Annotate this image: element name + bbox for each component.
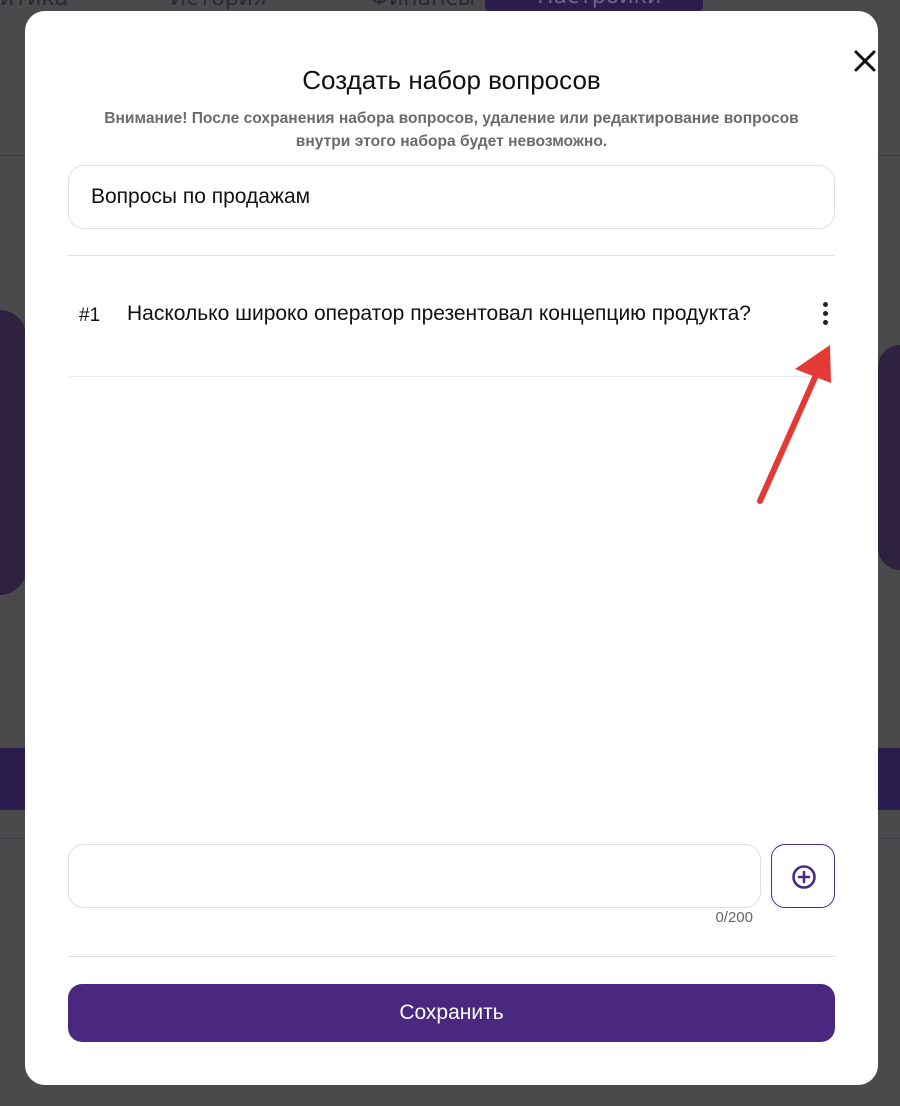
modal-title: Создать набор вопросов: [302, 65, 601, 95]
question-row: #1 Насколько широко оператор презентовал…: [68, 296, 835, 336]
set-name-input[interactable]: [68, 165, 835, 229]
divider: [68, 255, 835, 256]
bg-button-right: [878, 748, 900, 810]
bg-illustration-right: [878, 345, 900, 570]
new-question-input[interactable]: [68, 844, 761, 908]
character-counter: 0/200: [715, 909, 753, 926]
question-text: Насколько широко оператор презентовал ко…: [127, 302, 751, 325]
bg-button-left: [0, 748, 25, 810]
create-question-set-modal: Создать набор вопросов Внимание! После с…: [25, 11, 878, 1085]
divider: [68, 376, 835, 377]
bg-nav-item-analytics: итика: [0, 0, 68, 11]
save-button[interactable]: Сохранить: [68, 984, 835, 1042]
question-menu-button[interactable]: [817, 302, 835, 328]
question-number: #1: [79, 305, 101, 326]
warning-text: Внимание! После сохранения набора вопрос…: [104, 110, 799, 150]
plus-circle-icon: [792, 865, 816, 889]
bg-nav-item-history: История: [170, 0, 266, 11]
divider: [68, 956, 835, 957]
add-question-button[interactable]: [771, 844, 835, 908]
bg-nav-item-finance: Финансы: [370, 0, 475, 11]
bg-illustration-left: [0, 310, 26, 595]
